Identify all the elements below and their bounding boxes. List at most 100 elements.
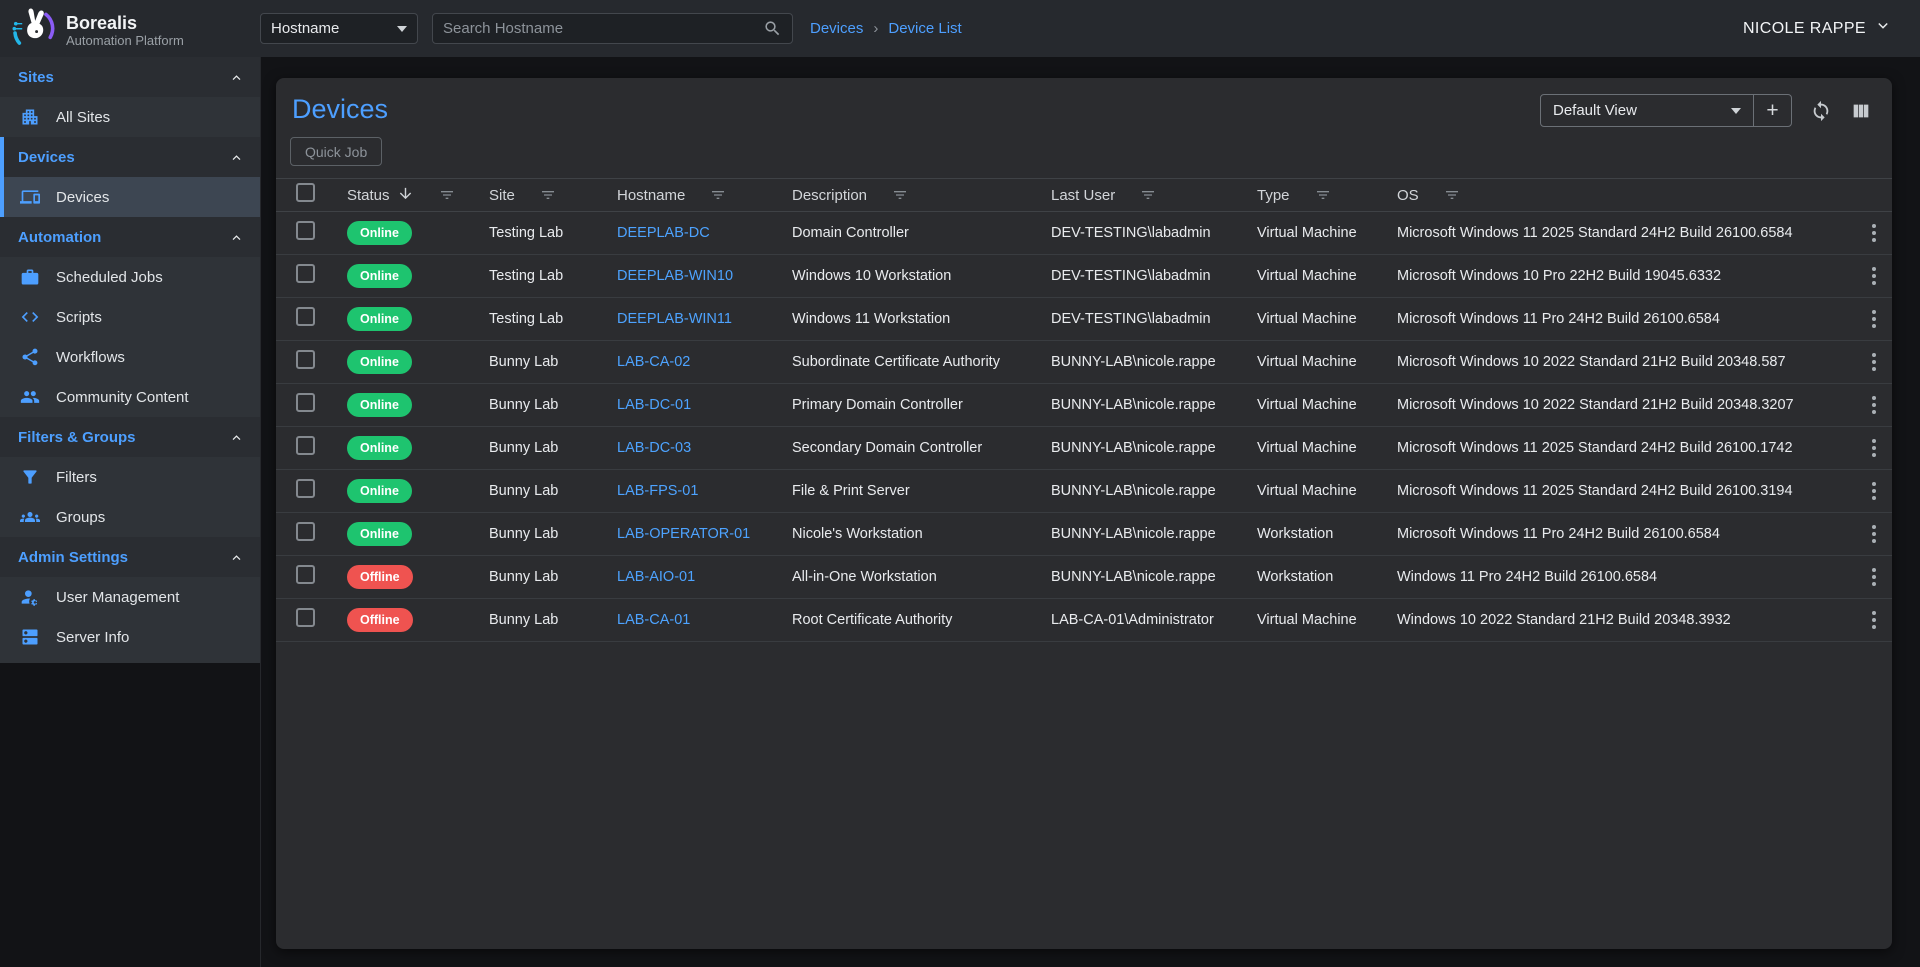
status-badge: Offline: [347, 565, 413, 589]
table-row-lab-dc-01[interactable]: OnlineBunny LabLAB-DC-01Primary Domain C…: [276, 384, 1892, 427]
row-menu-kebab-icon[interactable]: [1865, 391, 1883, 419]
refresh-icon[interactable]: [1810, 100, 1832, 122]
column-label: OS: [1397, 187, 1419, 204]
sort-desc-icon[interactable]: [397, 185, 414, 206]
row-menu-kebab-icon[interactable]: [1865, 348, 1883, 376]
hostname-link[interactable]: LAB-DC-03: [617, 440, 691, 456]
filter-icon[interactable]: [1444, 187, 1460, 203]
status-badge: Online: [347, 307, 412, 331]
filter-icon[interactable]: [1315, 187, 1331, 203]
breadcrumb-devices[interactable]: Devices: [810, 20, 863, 37]
chevron-up-icon: [229, 70, 244, 85]
sidebar-item-scripts[interactable]: Scripts: [0, 297, 260, 337]
row-checkbox[interactable]: [296, 436, 315, 455]
row-checkbox[interactable]: [296, 522, 315, 541]
sidebar-item-user-management[interactable]: User Management: [0, 577, 260, 617]
sidebar-item-groups[interactable]: Groups: [0, 497, 260, 537]
hostname-link[interactable]: LAB-AIO-01: [617, 569, 695, 585]
filter-icon[interactable]: [439, 187, 455, 203]
topbar: Borealis Automation Platform Hostname De…: [0, 0, 1920, 57]
sidebar-item-all-sites[interactable]: All Sites: [0, 97, 260, 137]
column-header-site[interactable]: Site: [489, 187, 617, 204]
columns-icon[interactable]: [1850, 100, 1872, 122]
type-cell: Workstation: [1257, 569, 1397, 585]
search-input[interactable]: [443, 20, 763, 37]
column-label: Type: [1257, 187, 1290, 204]
row-checkbox[interactable]: [296, 307, 315, 326]
row-menu-kebab-icon[interactable]: [1865, 606, 1883, 634]
table-row-deeplab-dc[interactable]: OnlineTesting LabDEEPLAB-DCDomain Contro…: [276, 212, 1892, 255]
column-label: Last User: [1051, 187, 1115, 204]
description-cell: Root Certificate Authority: [792, 612, 1051, 628]
last-user-cell: DEV-TESTING\labadmin: [1051, 311, 1257, 327]
row-checkbox[interactable]: [296, 221, 315, 240]
filter-icon[interactable]: [540, 187, 556, 203]
table-row-lab-dc-03[interactable]: OnlineBunny LabLAB-DC-03Secondary Domain…: [276, 427, 1892, 470]
hostname-link[interactable]: DEEPLAB-DC: [617, 225, 710, 241]
table-row-lab-aio-01[interactable]: OfflineBunny LabLAB-AIO-01All-in-One Wor…: [276, 556, 1892, 599]
row-menu-kebab-icon[interactable]: [1865, 477, 1883, 505]
row-checkbox[interactable]: [296, 264, 315, 283]
column-header-last-user[interactable]: Last User: [1051, 187, 1257, 204]
row-checkbox[interactable]: [296, 608, 315, 627]
hostname-link[interactable]: LAB-OPERATOR-01: [617, 526, 750, 542]
sidebar-item-workflows[interactable]: Workflows: [0, 337, 260, 377]
breadcrumb-device-list[interactable]: Device List: [888, 20, 961, 37]
row-menu-kebab-icon[interactable]: [1865, 434, 1883, 462]
sidebar-item-server-info[interactable]: Server Info: [0, 617, 260, 657]
table-row-lab-ca-01[interactable]: OfflineBunny LabLAB-CA-01Root Certificat…: [276, 599, 1892, 642]
sidebar-item-scheduled-jobs[interactable]: Scheduled Jobs: [0, 257, 260, 297]
description-cell: Nicole's Workstation: [792, 526, 1051, 542]
view-selector[interactable]: Default View: [1541, 102, 1753, 119]
row-menu-kebab-icon[interactable]: [1865, 520, 1883, 548]
filter-icon[interactable]: [1140, 187, 1156, 203]
table-row-deeplab-win10[interactable]: OnlineTesting LabDEEPLAB-WIN10Windows 10…: [276, 255, 1892, 298]
column-label: Site: [489, 187, 515, 204]
search-field-selector[interactable]: Hostname: [260, 13, 418, 44]
table-row-lab-ca-02[interactable]: OnlineBunny LabLAB-CA-02Subordinate Cert…: [276, 341, 1892, 384]
quick-job-button[interactable]: Quick Job: [290, 137, 382, 166]
sidebar-item-filters[interactable]: Filters: [0, 457, 260, 497]
table-row-lab-fps-01[interactable]: OnlineBunny LabLAB-FPS-01File & Print Se…: [276, 470, 1892, 513]
sidebar-item-label: Groups: [56, 509, 105, 526]
sidebar-nav: SitesAll SitesDevicesDevicesAutomationSc…: [0, 57, 260, 663]
row-checkbox[interactable]: [296, 393, 315, 412]
sidebar-item-community-content[interactable]: Community Content: [0, 377, 260, 417]
hostname-link[interactable]: LAB-FPS-01: [617, 483, 698, 499]
sidebar-section-label: Admin Settings: [18, 549, 128, 566]
search-icon[interactable]: [763, 19, 782, 38]
table-row-lab-operator-01[interactable]: OnlineBunny LabLAB-OPERATOR-01Nicole's W…: [276, 513, 1892, 556]
column-header-type[interactable]: Type: [1257, 187, 1397, 204]
sidebar-section-filters-groups[interactable]: Filters & Groups: [0, 417, 260, 457]
hostname-link[interactable]: LAB-DC-01: [617, 397, 691, 413]
last-user-cell: BUNNY-LAB\nicole.rappe: [1051, 397, 1257, 413]
row-menu-kebab-icon[interactable]: [1865, 563, 1883, 591]
sidebar-section-automation[interactable]: Automation: [0, 217, 260, 257]
select-all-checkbox[interactable]: [296, 183, 315, 202]
hostname-link[interactable]: DEEPLAB-WIN11: [617, 311, 732, 327]
row-menu-kebab-icon[interactable]: [1865, 219, 1883, 247]
add-view-button[interactable]: +: [1754, 95, 1791, 126]
user-menu[interactable]: NICOLE RAPPE: [1743, 0, 1892, 57]
row-checkbox[interactable]: [296, 479, 315, 498]
row-menu-kebab-icon[interactable]: [1865, 262, 1883, 290]
row-menu-kebab-icon[interactable]: [1865, 305, 1883, 333]
sidebar-section-admin-settings[interactable]: Admin Settings: [0, 537, 260, 577]
sidebar-section-sites[interactable]: Sites: [0, 57, 260, 97]
sidebar-section-devices[interactable]: Devices: [0, 137, 260, 177]
hostname-link[interactable]: LAB-CA-01: [617, 612, 690, 628]
column-header-description[interactable]: Description: [792, 187, 1051, 204]
column-header-os[interactable]: OS: [1397, 187, 1856, 204]
filter-icon[interactable]: [892, 187, 908, 203]
row-checkbox[interactable]: [296, 350, 315, 369]
hostname-link[interactable]: LAB-CA-02: [617, 354, 690, 370]
column-header-hostname[interactable]: Hostname: [617, 187, 792, 204]
row-checkbox[interactable]: [296, 565, 315, 584]
sidebar-item-label: Scripts: [56, 309, 102, 326]
filter-icon[interactable]: [710, 187, 726, 203]
hostname-link[interactable]: DEEPLAB-WIN10: [617, 268, 733, 284]
column-header-status[interactable]: Status: [347, 185, 489, 206]
sidebar-item-devices[interactable]: Devices: [0, 177, 260, 217]
caret-down-icon: [1731, 108, 1741, 114]
table-row-deeplab-win11[interactable]: OnlineTesting LabDEEPLAB-WIN11Windows 11…: [276, 298, 1892, 341]
